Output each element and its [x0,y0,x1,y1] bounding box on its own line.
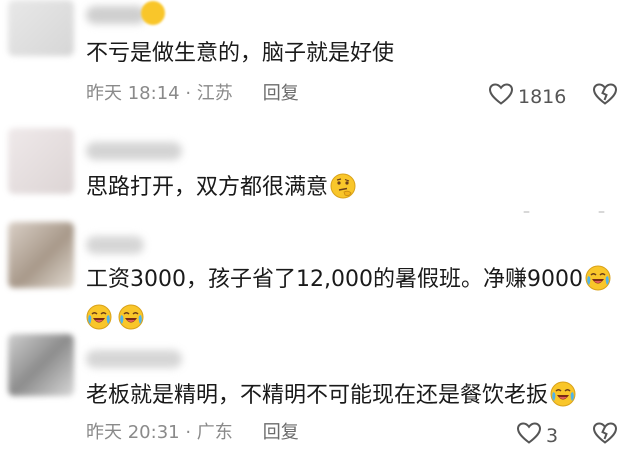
comment-text: 思路打开，双方都很满意 [86,173,356,203]
comment-text: 不亏是做生意的，脑子就是好使 [86,41,395,66]
dislike-button[interactable] [592,421,618,445]
username-blurred[interactable] [86,142,182,160]
comment-text-content: 工资3000，孩子省了12,000的暑假班。净赚9000 [86,267,583,292]
comment-text-content: 思路打开，双方都很满意 [86,175,329,200]
comment-text: 工资3000，孩子省了12,000的暑假班。净赚9000 [86,265,611,295]
comment-list: 不亏是做生意的，脑子就是好使 昨天 18:14 · 江苏 回复 1816 思路打开… [0,0,640,454]
like-button[interactable]: 1816 [488,82,566,112]
broken-heart-icon [592,82,618,106]
like-button[interactable]: 3 [516,421,558,451]
username-blurred[interactable] [86,6,146,24]
comment-text-content: 老板就是精明，不精明不可能现在还是餐饮老扳 [86,383,549,408]
crying-laughing-emoji-icon [585,265,611,291]
emoji-row [86,304,144,330]
separator-dots: – [523,204,531,220]
avatar[interactable] [8,0,74,56]
thinking-face-emoji-icon [330,173,356,199]
crying-laughing-emoji-icon [140,0,165,25]
username-blurred[interactable] [86,236,144,254]
reply-button[interactable]: 回复 [263,422,299,443]
crying-laughing-emoji-icon [118,304,144,330]
dislike-button[interactable] [592,82,618,106]
avatar[interactable] [8,128,74,194]
avatar[interactable] [8,222,74,288]
comment-text: 老板就是精明，不精明不可能现在还是餐饮老扳 [86,381,576,411]
comment-meta: 昨天 20:31 · 广东 回复 [86,422,299,443]
comment-location: 广东 [196,422,233,443]
like-count: 1816 [518,86,567,108]
like-count: 3 [546,425,559,447]
reply-button[interactable]: 回复 [263,83,299,104]
crying-laughing-emoji-icon [550,381,576,407]
separator-dots: – [598,204,606,220]
heart-outline-icon [488,82,518,112]
heart-outline-icon [516,421,546,451]
username-blurred[interactable] [86,350,182,368]
crying-laughing-emoji-icon [86,304,112,330]
broken-heart-icon [592,421,618,445]
avatar[interactable] [8,334,74,396]
comment-meta: 昨天 18:14 · 江苏 回复 [86,83,299,104]
comment-location: 江苏 [196,83,233,104]
comment-time: 昨天 18:14 [86,83,180,104]
comment-time: 昨天 20:31 [86,422,180,443]
